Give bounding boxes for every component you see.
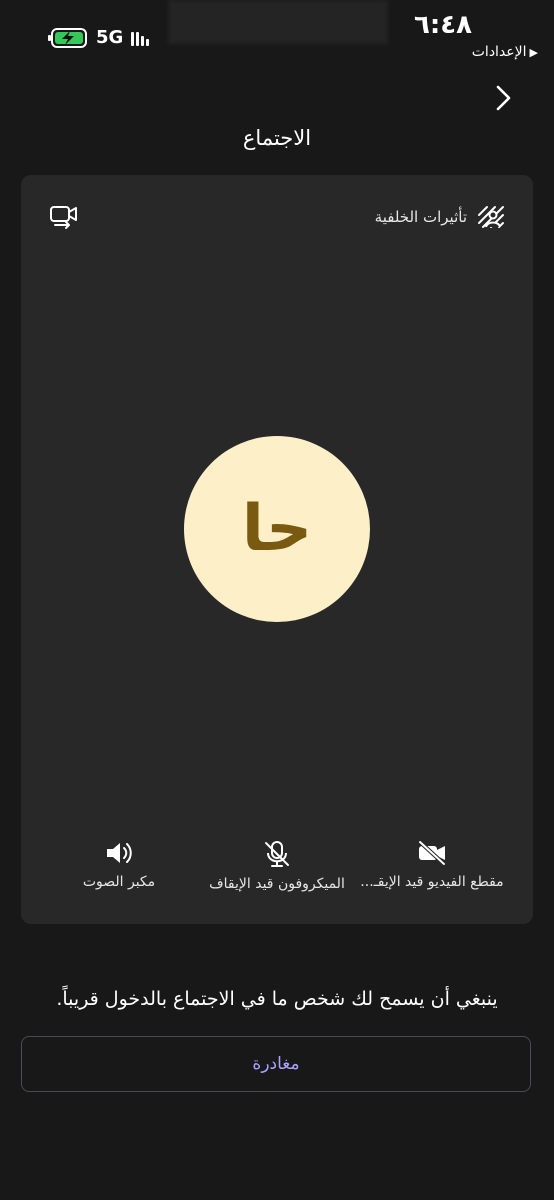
back-to-settings-label: الإعدادات bbox=[471, 44, 527, 60]
speaker-button[interactable]: مكبر الصوت bbox=[79, 840, 159, 890]
switch-camera-icon[interactable] bbox=[49, 203, 79, 231]
video-toggle-button[interactable]: مقطع الفيديو قيد الإيقـ... bbox=[357, 840, 507, 890]
back-triangle-icon: ▶ bbox=[529, 46, 538, 59]
background-effects-label: تأثيرات الخلفية bbox=[374, 208, 467, 226]
status-bar: ٦:٤٨ ▶الإعدادات 5G bbox=[0, 0, 554, 70]
leave-button[interactable]: مغادرة bbox=[21, 1036, 531, 1092]
video-off-icon bbox=[418, 840, 446, 866]
microphone-toggle-button[interactable]: الميكروفون قيد الإيقاف bbox=[207, 840, 347, 892]
microphone-status-label: الميكروفون قيد الإيقاف bbox=[209, 876, 345, 892]
avatar-initials: حا bbox=[241, 492, 313, 566]
network-type: 5G bbox=[96, 27, 124, 48]
chevron-right-icon[interactable] bbox=[492, 84, 516, 112]
background-effects-icon bbox=[478, 206, 504, 228]
microphone-off-icon bbox=[265, 841, 289, 867]
avatar: حا bbox=[184, 436, 370, 622]
video-status-label: مقطع الفيديو قيد الإيقـ... bbox=[360, 874, 504, 890]
back-to-settings-link[interactable]: ▶الإعدادات bbox=[472, 44, 538, 60]
speaker-label: مكبر الصوت bbox=[82, 874, 156, 890]
media-controls: مقطع الفيديو قيد الإيقـ... الميكروفون قي… bbox=[21, 840, 533, 910]
video-preview-card: تأثيرات الخلفية حا مقطع الفيديو قيد الإي… bbox=[21, 175, 533, 924]
speaker-icon bbox=[107, 843, 132, 863]
status-time: ٦:٤٨ bbox=[413, 10, 472, 40]
status-indicators: 5G bbox=[48, 27, 150, 48]
background-effects-button[interactable]: تأثيرات الخلفية bbox=[375, 205, 505, 229]
page-title: الاجتماع bbox=[242, 126, 312, 150]
leave-button-label: مغادرة bbox=[252, 1054, 300, 1074]
waiting-notice: ينبغي أن يسمح لك شخص ما في الاجتماع بالد… bbox=[56, 988, 498, 1010]
signal-strength-icon bbox=[131, 30, 150, 46]
battery-charging-icon bbox=[48, 27, 87, 48]
status-bar-blurred-area bbox=[168, 0, 388, 44]
